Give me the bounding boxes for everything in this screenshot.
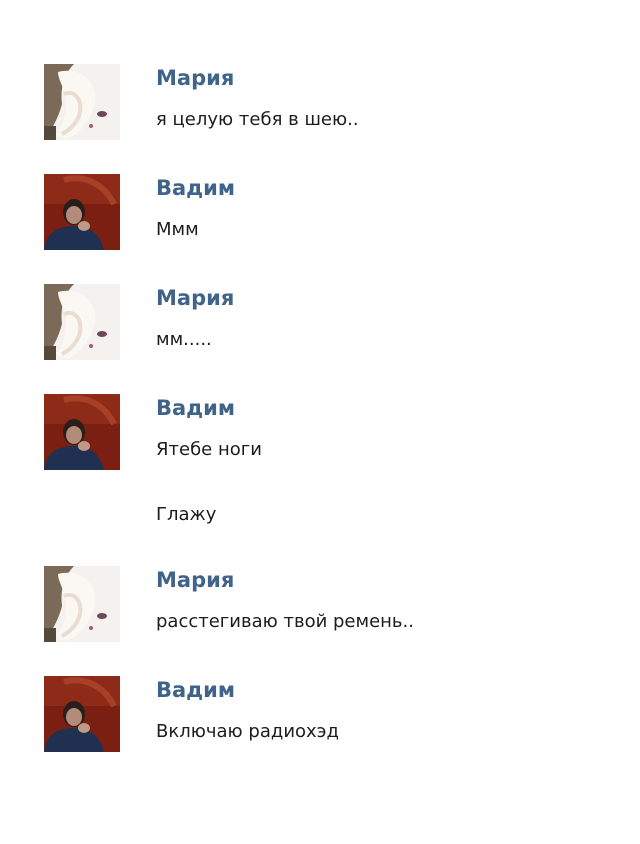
message-text: расстегиваю твой ремень.. (156, 611, 414, 632)
maria-avatar-icon[interactable] (44, 284, 120, 360)
vadim-avatar-icon[interactable] (44, 174, 120, 250)
message-text: Ммм (156, 219, 199, 240)
maria-avatar-icon[interactable] (44, 566, 120, 642)
author-name[interactable]: Мария (156, 286, 234, 310)
author-name[interactable]: Мария (156, 66, 234, 90)
vadim-avatar-icon[interactable] (44, 676, 120, 752)
message-text: Ятебе ноги (156, 439, 262, 460)
author-name[interactable]: Вадим (156, 678, 235, 702)
message-text: я целую тебя в шею.. (156, 109, 359, 130)
author-name[interactable]: Вадим (156, 396, 235, 420)
message-history: Мария я целую тебя в шею.. Вадим Ммм Мар… (0, 0, 640, 844)
author-name[interactable]: Вадим (156, 176, 235, 200)
maria-avatar-icon[interactable] (44, 64, 120, 140)
vadim-avatar-icon[interactable] (44, 394, 120, 470)
author-name[interactable]: Мария (156, 568, 234, 592)
message-text: Глажу (156, 504, 217, 525)
message-text: Включаю радиохэд (156, 721, 340, 742)
message-text: мм..... (156, 329, 212, 350)
